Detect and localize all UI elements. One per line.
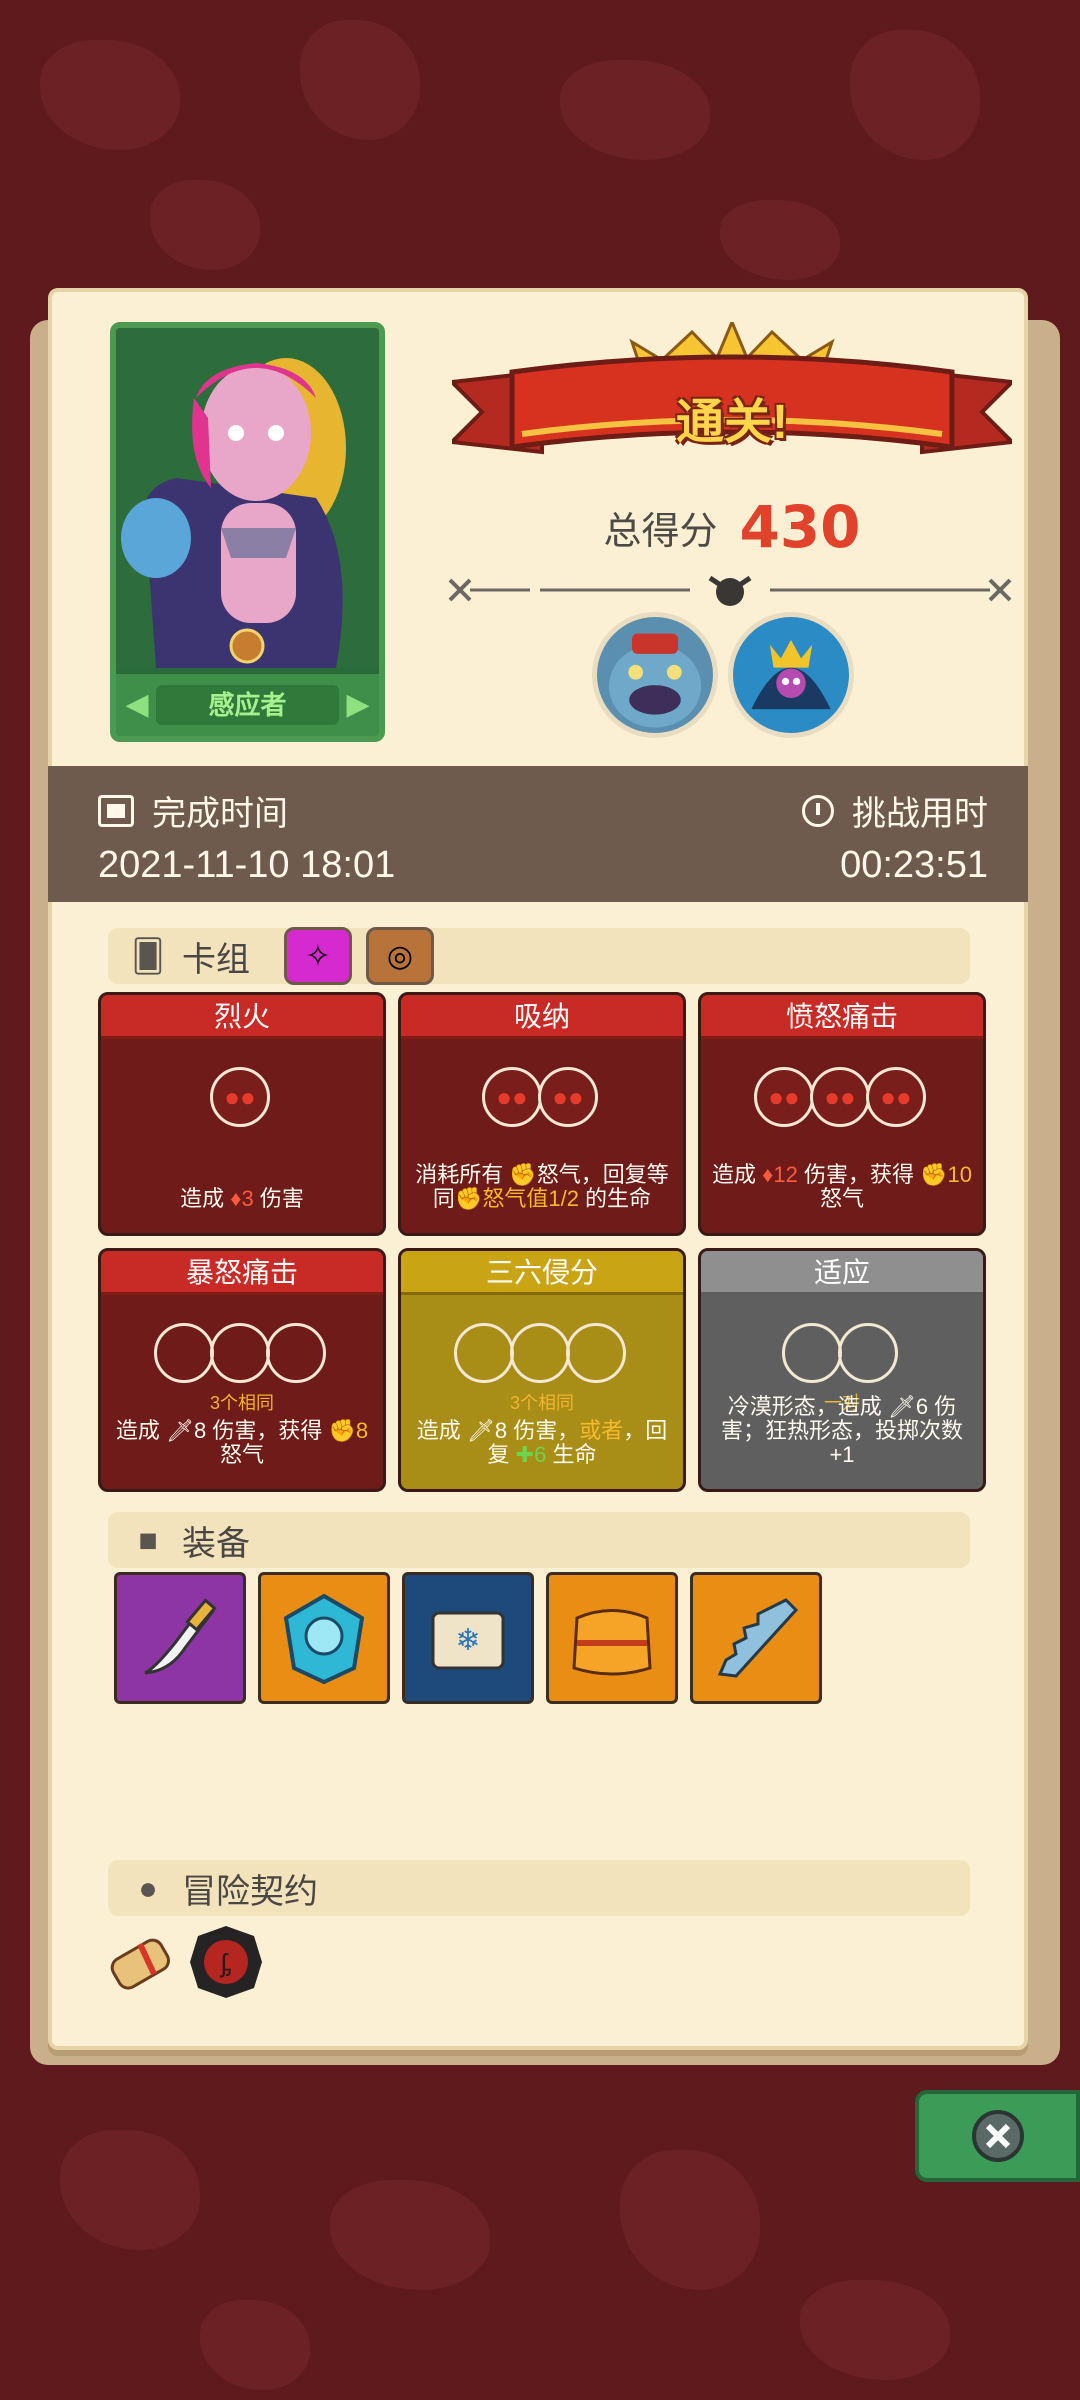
- calendar-icon: [98, 794, 134, 827]
- card-title: 适应: [701, 1251, 983, 1295]
- card-description: 造成 ♦12 伤害，获得 ✊10 怒气: [712, 1162, 972, 1211]
- boss-ogre-icon[interactable]: [592, 612, 718, 738]
- previous-hero-arrow-icon[interactable]: ◀: [124, 685, 150, 725]
- sawtooth-blade-icon: [717, 1598, 799, 1678]
- challenge-time-label-row: 挑战用时: [802, 786, 988, 835]
- person-icon: ●: [138, 1870, 158, 1906]
- equipment-sawtooth-blade[interactable]: [690, 1572, 822, 1704]
- dagger-icon: [144, 1598, 217, 1675]
- hero-portrait: [116, 328, 379, 668]
- hero-card[interactable]: ◀ 感应者 ▶: [110, 322, 385, 742]
- dice-slots: [701, 1323, 983, 1383]
- dice-slots: [401, 1323, 683, 1383]
- cherry-slot-icon: ●●: [866, 1067, 926, 1127]
- cherry-slot-icon: ●●: [210, 1067, 270, 1127]
- cherry-slot-icon: ●●: [754, 1067, 814, 1127]
- empty-slot-icon: [510, 1323, 570, 1383]
- empty-slot-icon: [266, 1323, 326, 1383]
- crystal-shield-icon: [283, 1593, 365, 1685]
- score-label: 总得分: [603, 510, 718, 553]
- close-icon: [971, 2110, 1024, 2162]
- slot-requirement: 3个相同: [209, 1393, 274, 1413]
- sweater-icon: [572, 1609, 652, 1676]
- empty-slot-icon: [454, 1323, 514, 1383]
- next-hero-arrow-icon[interactable]: ▶: [345, 685, 371, 725]
- completion-time-label: 完成时间: [152, 795, 288, 833]
- equipment-crystal-shield[interactable]: [258, 1572, 390, 1704]
- victory-banner: 通关!: [447, 318, 1017, 492]
- equipment-sweater[interactable]: [546, 1572, 678, 1704]
- dice-slots: [101, 1323, 383, 1383]
- dice-slots: ●●: [101, 1067, 383, 1127]
- card-description: 造成 ♦3 伤害: [180, 1186, 304, 1211]
- hero-name: 感应者: [156, 685, 339, 725]
- contract-title: 冒险契约: [182, 1872, 318, 1911]
- empty-slot-icon: [210, 1323, 270, 1383]
- cherry-slot-icon: ●●: [482, 1067, 542, 1127]
- card-description: 消耗所有 ✊怒气，回复等同✊怒气值1/2 的生命: [415, 1162, 669, 1211]
- dice-slots: ●● ●● ●●: [701, 1067, 983, 1127]
- card-title: 愤怒痛击: [701, 995, 983, 1039]
- card-title: 三六侵分: [401, 1251, 683, 1295]
- deck-section-header: 🂠 卡组 ✧ ◎: [108, 927, 970, 985]
- equipment-title: 装备: [182, 1524, 250, 1563]
- card-title: 烈火: [101, 995, 383, 1039]
- cherry-slot-icon: ●●: [810, 1067, 870, 1127]
- cherry-slot-icon: ●●: [538, 1067, 598, 1127]
- card-description: 冷漠形态，造成 🗡6 伤害；狂热形态，投掷次数+1: [720, 1394, 963, 1467]
- dice-card[interactable]: 烈火 ●● 造成 ♦3 伤害: [98, 992, 386, 1236]
- card-description: 造成 🗡8 伤害，或者，回复 ✚6 生命: [416, 1418, 668, 1467]
- card-title: 暴怒痛击: [101, 1251, 383, 1295]
- dice-card[interactable]: 吸纳 ●● ●● 消耗所有 ✊怒气，回复等同✊怒气值1/2 的生命: [398, 992, 686, 1236]
- stopwatch-icon: [802, 794, 834, 827]
- defeated-bosses: [592, 612, 892, 742]
- card-title: 吸纳: [401, 995, 683, 1039]
- total-score-row: 总得分 430: [452, 492, 1012, 562]
- completion-time-value: 2021-11-10 18:01: [98, 844, 396, 886]
- empty-slot-icon: [782, 1323, 842, 1383]
- deck-title: 卡组: [182, 940, 250, 979]
- svg-text:❄: ❄: [455, 1623, 480, 1658]
- deck-badge-pink-eye-icon[interactable]: ✧: [284, 927, 352, 985]
- svg-text:ᶋ: ᶋ: [219, 1949, 231, 1979]
- result-panel: ◀ 感应者 ▶ 通关! 总得分 430 完成时间 2021-11-10 18:0…: [48, 288, 1028, 2050]
- ornament-divider: [448, 575, 1012, 606]
- hero-nav-bar: ◀ 感应者 ▶: [116, 674, 379, 736]
- challenge-time-label: 挑战用时: [852, 795, 988, 833]
- dice-card[interactable]: 愤怒痛击 ●● ●● ●● 造成 ♦12 伤害，获得 ✊10 怒气: [698, 992, 986, 1236]
- dice-card[interactable]: 三六侵分 3个相同 造成 🗡8 伤害，或者，回复 ✚6 生命: [398, 1248, 686, 1492]
- cards-icon: 🂠: [131, 938, 165, 974]
- equipment-snowflake-scroll[interactable]: ❄: [402, 1572, 534, 1704]
- contract-section-header: ● 冒险契约: [108, 1860, 970, 1916]
- scroll-icon[interactable]: [102, 1922, 182, 2002]
- dice-card[interactable]: 适应 一对 冷漠形态，造成 🗡6 伤害；狂热形态，投掷次数+1: [698, 1248, 986, 1492]
- victory-title: 通关!: [676, 396, 788, 449]
- time-info-band: 完成时间 2021-11-10 18:01 挑战用时 00:23:51: [48, 766, 1028, 902]
- empty-slot-icon: [154, 1323, 214, 1383]
- completion-time-label-row: 完成时间: [98, 786, 288, 835]
- box-icon: ■: [138, 1522, 158, 1558]
- red-contract-seal-icon[interactable]: ᶋ: [186, 1922, 266, 2002]
- card-description: 造成 🗡8 伤害，获得 ✊8 怒气: [115, 1418, 369, 1467]
- equipment-section-header: ■ 装备: [108, 1512, 970, 1568]
- slot-requirement: 3个相同: [509, 1393, 574, 1413]
- close-button[interactable]: [915, 2090, 1080, 2182]
- empty-slot-icon: [566, 1323, 626, 1383]
- score-value: 430: [739, 493, 861, 561]
- boss-spider-king-icon[interactable]: [728, 612, 854, 738]
- dice-slots: ●● ●●: [401, 1067, 683, 1127]
- deck-badge-spiral-icon[interactable]: ◎: [366, 927, 434, 985]
- dice-card[interactable]: 暴怒痛击 3个相同 造成 🗡8 伤害，获得 ✊8 怒气: [98, 1248, 386, 1492]
- empty-slot-icon: [838, 1323, 898, 1383]
- challenge-time-value: 00:23:51: [840, 844, 988, 886]
- snowflake-scroll-icon: ❄: [431, 1611, 505, 1670]
- equipment-dagger[interactable]: [114, 1572, 246, 1704]
